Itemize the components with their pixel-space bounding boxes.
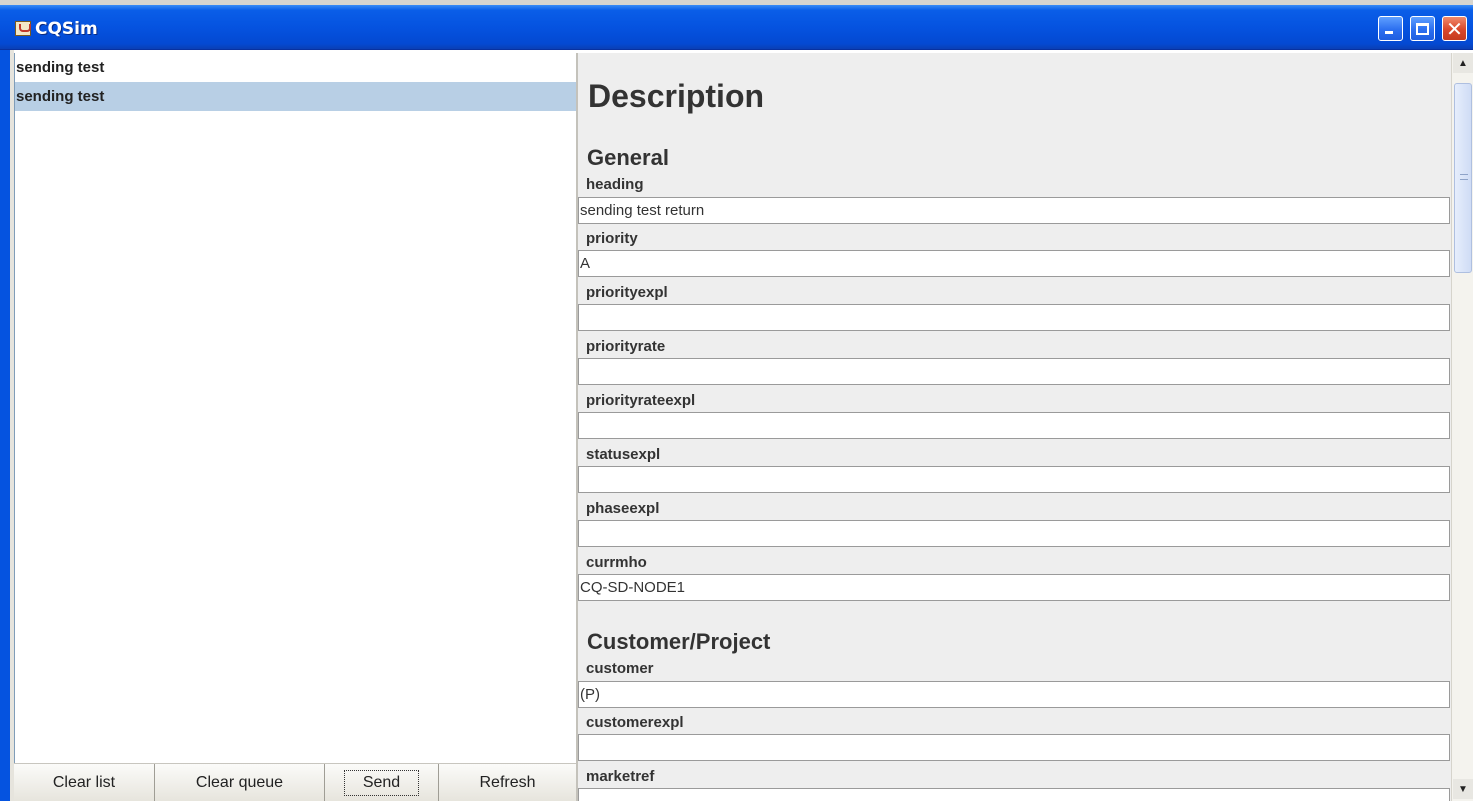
field-input-customerexpl[interactable]	[578, 734, 1450, 761]
field-label-marketref: marketref	[586, 768, 655, 785]
grip-icon	[1460, 174, 1468, 180]
field-input-customer[interactable]: (P)	[578, 681, 1450, 708]
field-input-heading[interactable]: sending test return	[578, 197, 1450, 224]
list-item-selected[interactable]: sending test	[15, 82, 576, 111]
clear-queue-button[interactable]: Clear queue	[155, 764, 325, 801]
refresh-button[interactable]: Refresh	[439, 764, 576, 801]
maximize-icon	[1416, 22, 1429, 35]
button-bar: Clear list Clear queue Send Refresh	[14, 763, 576, 801]
section-heading-general: General	[587, 145, 669, 170]
details-panel: Description General heading sending test…	[578, 53, 1451, 801]
scroll-down-button[interactable]: ▼	[1453, 779, 1473, 799]
window-title: CQSim	[35, 19, 98, 39]
field-input-phaseexpl[interactable]	[578, 520, 1450, 547]
field-input-priorityexpl[interactable]	[578, 304, 1450, 331]
field-input-priorityrate[interactable]	[578, 358, 1450, 385]
field-input-currmho[interactable]: CQ-SD-NODE1	[578, 574, 1450, 601]
section-heading-customer-project: Customer/Project	[587, 629, 771, 654]
field-input-statusexpl[interactable]	[578, 466, 1450, 493]
java-cup-icon	[15, 21, 31, 36]
minimize-icon	[1385, 31, 1393, 34]
field-input-priority[interactable]: A	[578, 250, 1450, 277]
field-label-customerexpl: customerexpl	[586, 714, 684, 731]
title-bar[interactable]: CQSim ✕	[0, 5, 1473, 50]
field-label-priorityexpl: priorityexpl	[586, 284, 668, 301]
vertical-scrollbar[interactable]: ▲ ▼	[1451, 53, 1473, 801]
details-title: Description	[588, 78, 765, 114]
field-input-marketref[interactable]	[578, 788, 1450, 801]
list-item[interactable]: sending test	[15, 53, 576, 82]
scroll-thumb[interactable]	[1454, 83, 1472, 273]
field-label-currmho: currmho	[586, 554, 647, 571]
field-label-customer: customer	[586, 660, 654, 677]
field-label-priority: priority	[586, 230, 638, 247]
send-button[interactable]: Send	[325, 764, 439, 801]
minimize-button[interactable]	[1378, 16, 1403, 41]
clear-list-button[interactable]: Clear list	[14, 764, 155, 801]
field-label-phaseexpl: phaseexpl	[586, 500, 660, 517]
arrow-down-icon: ▼	[1458, 783, 1468, 795]
field-label-priorityrateexpl: priorityrateexpl	[586, 392, 696, 409]
message-list[interactable]: sending test sending test	[14, 53, 576, 763]
scroll-up-button[interactable]: ▲	[1453, 53, 1473, 73]
field-label-statusexpl: statusexpl	[586, 446, 661, 463]
close-icon: ✕	[1446, 16, 1463, 41]
send-button-label: Send	[343, 770, 420, 796]
maximize-button[interactable]	[1410, 16, 1435, 41]
field-label-heading: heading	[586, 176, 644, 193]
field-label-priorityrate: priorityrate	[586, 338, 666, 355]
field-input-priorityrateexpl[interactable]	[578, 412, 1450, 439]
arrow-up-icon: ▲	[1458, 57, 1468, 69]
close-button[interactable]: ✕	[1442, 16, 1467, 41]
